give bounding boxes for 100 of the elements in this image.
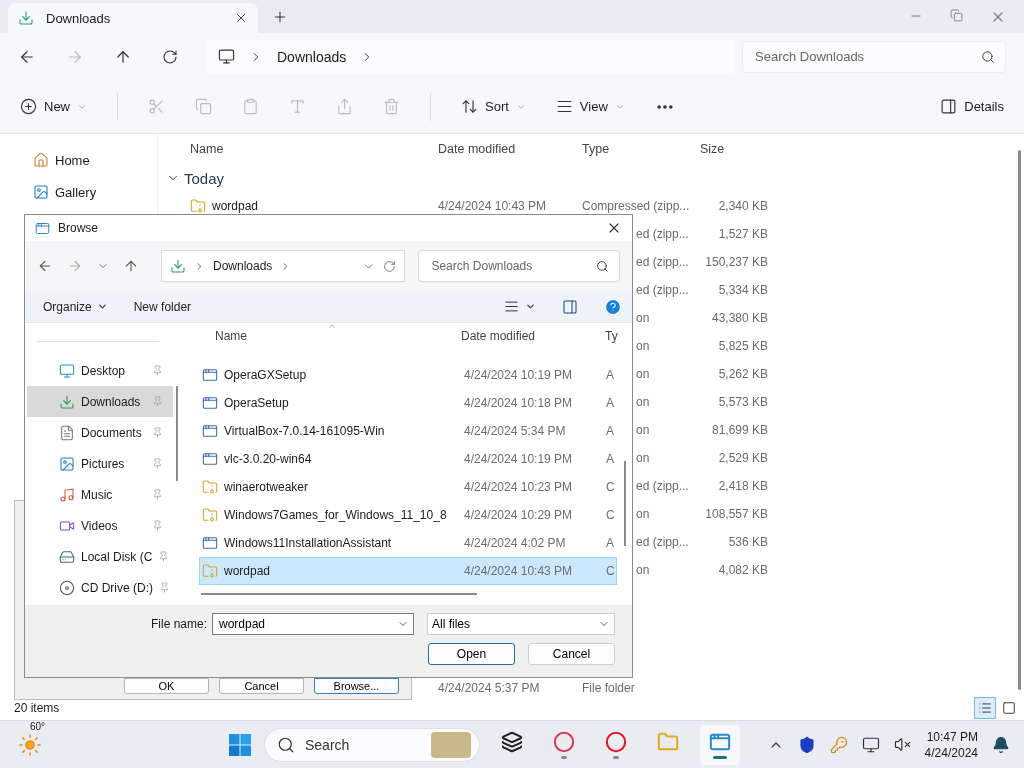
column-header[interactable]: Name (215, 329, 461, 343)
address-bar[interactable]: Downloads (206, 39, 734, 74)
start-icon[interactable] (228, 732, 252, 757)
picture-icon (59, 455, 75, 472)
nav-item[interactable]: Documents (27, 417, 173, 448)
breadcrumb[interactable]: Downloads (213, 259, 273, 273)
nav-item[interactable]: CD Drive (D:) (27, 572, 173, 603)
details-pane-icon (940, 98, 958, 115)
new-folder-button[interactable]: New folder (133, 299, 192, 314)
key-icon[interactable] (829, 735, 848, 754)
sort-button[interactable]: Sort (461, 98, 526, 115)
column-header[interactable]: Name (190, 142, 438, 156)
column-header[interactable]: Ty (605, 329, 618, 343)
details-view-button[interactable] (974, 697, 996, 719)
file-row[interactable]: OperaSetup 4/24/2024 10:18 PM A (199, 389, 617, 417)
nav-item[interactable]: Videos (27, 510, 173, 541)
pin-icon (152, 396, 163, 407)
file-row[interactable]: vlc-3.0.20-win64 4/24/2024 10:19 PM A (199, 445, 617, 473)
folder-icon (657, 730, 679, 753)
file-name[interactable]: wordpad (212, 199, 259, 213)
breadcrumb[interactable]: Downloads (277, 48, 347, 65)
notification-icon[interactable] (992, 735, 1010, 754)
taskbar-search[interactable]: Search (264, 727, 480, 762)
column-header[interactable]: Date modified (461, 329, 605, 343)
search-box[interactable]: Search Downloads (742, 40, 1006, 73)
search-field[interactable]: Search Downloads (753, 41, 975, 72)
type-cell-text: ed (zipp... (636, 283, 690, 297)
file-row[interactable]: winaerotweaker 4/24/2024 10:23 PM C (199, 473, 617, 501)
size-cell-text: 2,340 KB (717, 199, 768, 213)
application-icon (202, 423, 218, 439)
pin-icon (152, 427, 163, 438)
square-icon (1002, 701, 1016, 715)
type-cell-text: on (636, 423, 651, 437)
dialog-button[interactable]: OK (124, 678, 209, 694)
zip-folder-icon (202, 507, 218, 523)
organize-button[interactable]: Organize (43, 299, 108, 314)
clock[interactable]: 10:47 PM 4/24/2024 (924, 729, 978, 760)
type-cell-text: on (636, 311, 651, 325)
type-cell-text: Compressed (zipp... (582, 199, 691, 213)
scrollbar[interactable] (176, 386, 178, 481)
size-cell-text: 81,699 KB (710, 423, 768, 437)
type-cell-text: on (636, 367, 651, 381)
download-icon (59, 393, 75, 410)
caret-icon[interactable] (525, 301, 536, 312)
file-row[interactable]: Windows11InstallationAssistant 4/24/2024 4:02 PM A (199, 529, 617, 557)
weather-icon[interactable] (18, 732, 42, 757)
nav-item[interactable]: Pictures (27, 448, 173, 479)
nav-item[interactable]: Home (0, 144, 157, 176)
view-button[interactable]: View (555, 98, 625, 115)
new-button[interactable]: New (20, 98, 87, 115)
nav-item[interactable]: Downloads (27, 386, 173, 417)
nav-item[interactable]: Gallery (0, 176, 157, 208)
help-icon[interactable] (604, 297, 622, 316)
horizontal-scrollbar[interactable] (201, 593, 477, 595)
file-row[interactable]: OperaGXSetup 4/24/2024 10:19 PM A (199, 361, 617, 389)
back-icon[interactable] (37, 258, 53, 274)
details-button[interactable]: Details (940, 98, 1004, 115)
nav-item[interactable]: Desktop (27, 355, 173, 386)
sort-icon (327, 321, 337, 331)
application-icon (202, 395, 218, 411)
tab[interactable]: Downloads (8, 3, 258, 33)
download-icon (170, 258, 186, 274)
address-bar[interactable]: Downloads (161, 250, 406, 282)
column-header[interactable]: Type (582, 142, 700, 156)
dialog-button[interactable]: Cancel (219, 678, 304, 694)
nav-item[interactable]: Local Disk (C (27, 541, 173, 572)
search-box[interactable]: Search Downloads (418, 250, 620, 282)
pin-icon (152, 520, 163, 531)
up-icon[interactable] (123, 258, 139, 274)
file-row[interactable]: VirtualBox-7.0.14-161095-Win 4/24/2024 5:34 PM A (199, 417, 617, 445)
close-icon[interactable] (234, 11, 248, 25)
scrollbar[interactable] (623, 461, 626, 546)
muted-speaker-icon[interactable] (893, 736, 911, 753)
file-type-dropdown[interactable]: All files (427, 613, 615, 635)
file-name-field[interactable]: wordpad (217, 616, 397, 632)
music-icon (59, 486, 75, 503)
scrollbar[interactable] (1017, 150, 1021, 690)
view-menu-icon[interactable] (504, 299, 519, 314)
group-header[interactable]: Today (166, 164, 1014, 192)
file-row[interactable]: wordpad 4/24/2024 10:43 PM C (199, 557, 617, 585)
preview-pane-icon[interactable] (562, 298, 578, 315)
desktop-icon (59, 362, 75, 379)
shield-icon[interactable] (797, 735, 816, 754)
file-row[interactable]: Windows7Games_for_Windows_11_10_8 4/24/2024 10:29 PM C (199, 501, 617, 529)
file-name-box[interactable]: wordpad (212, 613, 414, 635)
open-button[interactable]: Open (428, 643, 515, 665)
type-cell-text: ed (zipp... (636, 479, 690, 493)
nav-item[interactable]: Music (27, 479, 173, 510)
home-icon (33, 152, 49, 168)
status-text: 20 items (14, 701, 60, 715)
refresh-icon[interactable] (162, 48, 178, 65)
photo-placeholder (431, 731, 471, 758)
search-icon (981, 49, 995, 64)
search-field[interactable]: Search Downloads (429, 251, 590, 281)
cancel-button[interactable]: Cancel (528, 643, 615, 665)
dialog-button[interactable]: Browse... (314, 678, 399, 694)
column-header[interactable]: Size (700, 142, 768, 156)
restore-icon[interactable] (950, 8, 963, 22)
column-header[interactable]: Date modified (438, 142, 582, 156)
type-cell-text: on (636, 507, 651, 521)
